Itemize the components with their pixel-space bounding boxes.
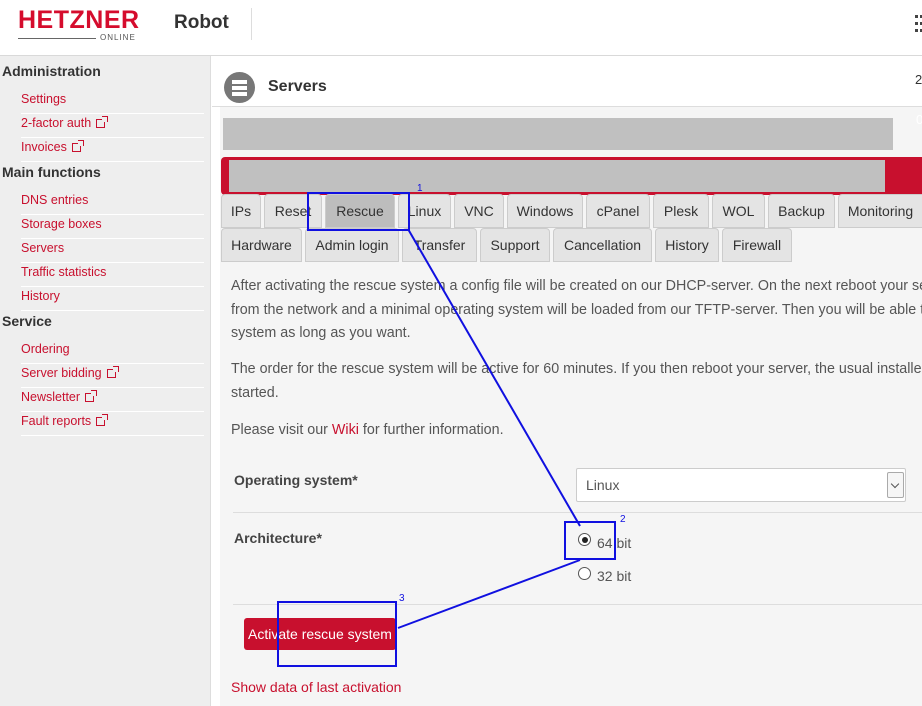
sidebar-item-invoices[interactable]: Invoices [21, 138, 204, 162]
description-line: After activating the rescue system a con… [231, 278, 922, 294]
tab-ips[interactable]: IPs [221, 194, 261, 228]
server-row-1[interactable] [223, 118, 893, 150]
annotation-box-3 [277, 601, 397, 667]
server-icon [224, 72, 255, 103]
server-row-2-content [229, 160, 885, 192]
tab-transfer[interactable]: Transfer [402, 228, 477, 262]
architecture-label: Architecture* [234, 530, 322, 546]
tab-cancellation[interactable]: Cancellation [553, 228, 652, 262]
external-link-icon [96, 414, 109, 426]
sidebar-item-settings[interactable]: Settings [21, 90, 204, 114]
operating-system-label: Operating system* [234, 472, 358, 488]
annotation-label-1: 1 [417, 183, 423, 194]
annotation-label-3: 3 [399, 593, 405, 604]
top-header: HETZNER ONLINE Robot [0, 0, 922, 56]
description-line: from the network and a minimal operating… [231, 301, 922, 318]
wiki-note-prefix: Please visit our [231, 422, 332, 438]
tab-admin-login[interactable]: Admin login [305, 228, 399, 262]
sidebar-item-dns-entries[interactable]: DNS entries [21, 191, 204, 215]
tab-wol[interactable]: WOL [712, 194, 765, 228]
sidebar-item-servers[interactable]: Servers [21, 239, 204, 263]
description-line: The order for the rescue system will be … [231, 361, 922, 377]
sidebar-heading-administration: Administration [2, 63, 101, 79]
rescue-description: After activating the rescue system a con… [231, 275, 922, 346]
tab-windows[interactable]: Windows [507, 194, 583, 228]
form-divider [233, 512, 922, 513]
tab-hardware[interactable]: Hardware [221, 228, 302, 262]
description-line: system as long as you want. [231, 325, 411, 341]
annotation-box-1 [307, 192, 410, 231]
arch-32bit-radio[interactable] [578, 567, 591, 580]
header-divider [251, 8, 252, 40]
wiki-link[interactable]: Wiki [332, 422, 359, 438]
tab-firewall[interactable]: Firewall [722, 228, 792, 262]
apps-grid-icon[interactable] [915, 15, 922, 35]
show-last-activation-link[interactable]: Show data of last activation [231, 679, 401, 695]
server-row-1-number: 2 [915, 72, 922, 87]
sidebar-item-server-bidding[interactable]: Server bidding [21, 364, 204, 388]
external-link-icon [85, 390, 98, 402]
annotation-label-2: 2 [620, 514, 626, 525]
sidebar-item-storage-boxes[interactable]: Storage boxes [21, 215, 204, 239]
sidebar-heading-service: Service [2, 313, 52, 329]
sidebar-heading-main-functions: Main functions [2, 164, 101, 180]
logo-brand-text: HETZNER [18, 6, 140, 34]
annotation-box-2 [564, 521, 616, 560]
page-title: Servers [268, 78, 327, 95]
external-link-icon [71, 140, 84, 152]
arch-32bit-label[interactable]: 32 bit [597, 568, 631, 584]
app-name: Robot [174, 12, 229, 33]
sidebar-item-fault-reports[interactable]: Fault reports [21, 412, 204, 436]
external-link-icon [96, 116, 109, 128]
tab-support[interactable]: Support [480, 228, 550, 262]
sidebar-item-2-factor-auth[interactable]: 2-factor auth [21, 114, 204, 138]
sidebar-item-history[interactable]: History [21, 287, 204, 311]
tab-history[interactable]: History [655, 228, 719, 262]
external-link-icon [106, 366, 119, 378]
server-row-2-number: 0 [916, 112, 922, 127]
tab-cpanel[interactable]: cPanel [586, 194, 650, 228]
description-line: started. [231, 384, 279, 401]
tab-backup[interactable]: Backup [768, 194, 835, 228]
hetzner-logo[interactable]: HETZNER ONLINE [18, 6, 163, 42]
sidebar-item-ordering[interactable]: Ordering [21, 340, 204, 364]
wiki-note: Please visit our Wiki for further inform… [231, 419, 504, 443]
rescue-validity-note: The order for the rescue system will be … [231, 358, 922, 405]
tab-monitoring[interactable]: Monitoring [838, 194, 922, 228]
sidebar-item-traffic-statistics[interactable]: Traffic statistics [21, 263, 204, 287]
tab-vnc[interactable]: VNC [454, 194, 504, 228]
sidebar-item-newsletter[interactable]: Newsletter [21, 388, 204, 412]
operating-system-select[interactable]: Linux [576, 468, 906, 502]
tab-plesk[interactable]: Plesk [653, 194, 709, 228]
chevron-down-icon[interactable] [887, 472, 904, 498]
wiki-note-suffix: for further information. [358, 422, 504, 438]
